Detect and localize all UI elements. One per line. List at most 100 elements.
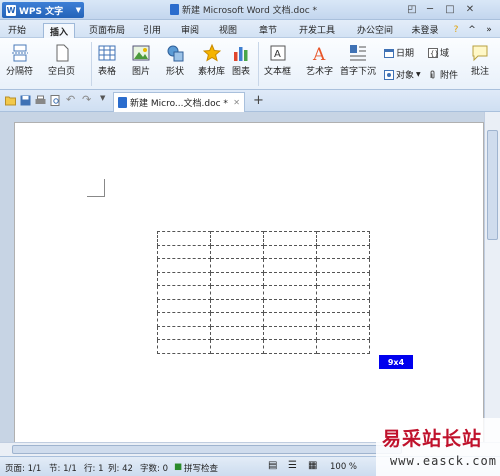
outline-view-icon[interactable]: ☰ — [288, 460, 297, 471]
comment-button[interactable]: 批注 — [471, 44, 489, 77]
status-wordcount[interactable]: 字数: 0 — [140, 462, 168, 474]
document-tab[interactable]: 新建 Micro...文档.doc * ✕ — [113, 92, 245, 112]
table-cell[interactable] — [316, 312, 370, 327]
maximize-button[interactable]: □ — [442, 2, 458, 17]
table-cell[interactable] — [157, 312, 211, 327]
page-view-icon[interactable]: ▤ — [268, 460, 277, 471]
wordart-button[interactable]: A 艺术字 — [306, 44, 333, 77]
table-cell[interactable] — [157, 231, 211, 246]
help-icon[interactable]: ? — [450, 22, 462, 37]
table-cell[interactable] — [316, 244, 370, 259]
login-status[interactable]: 未登录 — [410, 22, 440, 37]
chevron-down-icon[interactable]: ▼ — [100, 94, 111, 105]
table-row[interactable] — [157, 244, 370, 259]
table-cell[interactable] — [210, 325, 264, 340]
table-cell[interactable] — [263, 271, 317, 286]
vertical-scroll-thumb[interactable] — [487, 130, 498, 240]
material-library-button[interactable]: 素材库 — [198, 44, 225, 77]
table-row[interactable] — [157, 231, 370, 246]
table-cell[interactable] — [316, 285, 370, 300]
field-button[interactable]: {} 域 — [428, 46, 449, 59]
table-cell[interactable] — [316, 298, 370, 313]
table-cell[interactable] — [263, 298, 317, 313]
table-cell[interactable] — [210, 312, 264, 327]
vertical-scrollbar[interactable] — [484, 112, 500, 442]
table-cell[interactable] — [157, 271, 211, 286]
page-break-button[interactable]: 分隔符 — [6, 44, 33, 77]
table-row[interactable] — [157, 258, 370, 273]
table-cell[interactable] — [263, 339, 317, 354]
table-cell[interactable] — [210, 244, 264, 259]
chart-button[interactable]: 图表 — [232, 44, 250, 77]
open-folder-icon[interactable] — [5, 95, 16, 106]
table-cell[interactable] — [316, 258, 370, 273]
inserted-table[interactable] — [157, 231, 370, 354]
close-button[interactable]: ✕ — [462, 2, 478, 17]
table-cell[interactable] — [263, 312, 317, 327]
web-view-icon[interactable]: ▦ — [308, 460, 317, 471]
attachment-button[interactable]: 附件 — [428, 68, 458, 81]
menu-bar: 开始 插入 页面布局 引用 审阅 视图 章节 开发工具 办公空间 未登录 ? ^… — [0, 20, 500, 39]
table-cell[interactable] — [263, 244, 317, 259]
table-cell[interactable] — [157, 244, 211, 259]
table-button[interactable]: 表格 — [98, 44, 116, 77]
table-cell[interactable] — [210, 285, 264, 300]
date-button[interactable]: 日期 — [384, 46, 414, 59]
print-preview-icon[interactable] — [50, 95, 61, 106]
zoom-level[interactable]: 100 % — [330, 462, 357, 472]
tab-review[interactable]: 审阅 — [176, 22, 204, 37]
tab-references[interactable]: 引用 — [138, 22, 166, 37]
table-cell[interactable] — [263, 285, 317, 300]
tab-chapter[interactable]: 章节 — [254, 22, 282, 37]
skin-icon[interactable]: ◰ — [404, 2, 420, 17]
tab-insert[interactable]: 插入 — [43, 23, 75, 39]
table-cell[interactable] — [210, 339, 264, 354]
table-cell[interactable] — [316, 231, 370, 246]
table-cell[interactable] — [316, 325, 370, 340]
table-cell[interactable] — [210, 258, 264, 273]
table-cell[interactable] — [316, 339, 370, 354]
table-cell[interactable] — [263, 231, 317, 246]
more-icon[interactable]: » — [482, 22, 496, 37]
tab-start[interactable]: 开始 — [4, 22, 30, 37]
table-cell[interactable] — [157, 298, 211, 313]
table-cell[interactable] — [210, 271, 264, 286]
status-spellcheck[interactable]: 拼写检查 — [184, 462, 218, 474]
dropcap-button[interactable]: 首字下沉 — [340, 44, 376, 77]
new-tab-button[interactable]: + — [253, 93, 264, 108]
shape-button[interactable]: 形状 — [166, 44, 184, 77]
tab-view[interactable]: 视图 — [214, 22, 242, 37]
save-icon[interactable] — [20, 95, 31, 106]
table-row[interactable] — [157, 285, 370, 300]
redo-icon[interactable]: ↷ — [82, 93, 93, 106]
app-menu-button[interactable]: W WPS 文字 ▼ — [2, 2, 84, 18]
table-cell[interactable] — [210, 298, 264, 313]
ribbon-collapse-icon[interactable]: ^ — [466, 22, 478, 37]
close-tab-icon[interactable]: ✕ — [233, 98, 240, 107]
table-row[interactable] — [157, 339, 370, 354]
table-row[interactable] — [157, 312, 370, 327]
minimize-button[interactable]: ─ — [422, 2, 438, 17]
table-row[interactable] — [157, 271, 370, 286]
table-row[interactable] — [157, 325, 370, 340]
object-button[interactable]: 对象 ▼ — [384, 68, 421, 81]
table-cell[interactable] — [316, 271, 370, 286]
table-row[interactable] — [157, 298, 370, 313]
tab-office-space[interactable]: 办公空间 — [352, 22, 398, 37]
table-cell[interactable] — [210, 231, 264, 246]
table-cell[interactable] — [263, 258, 317, 273]
tab-developer[interactable]: 开发工具 — [294, 22, 340, 37]
table-cell[interactable] — [157, 285, 211, 300]
tab-page-layout[interactable]: 页面布局 — [86, 22, 128, 37]
horizontal-scroll-thumb[interactable] — [12, 445, 402, 454]
blank-page-button[interactable]: 空白页 — [48, 44, 75, 77]
table-cell[interactable] — [157, 339, 211, 354]
undo-icon[interactable]: ↶ — [66, 93, 77, 106]
table-cell[interactable] — [157, 258, 211, 273]
table-cell[interactable] — [157, 325, 211, 340]
document-page[interactable] — [14, 122, 484, 442]
table-cell[interactable] — [263, 325, 317, 340]
textbox-button[interactable]: A 文本框 — [264, 44, 291, 77]
picture-button[interactable]: 图片 — [132, 44, 150, 77]
print-icon[interactable] — [35, 95, 46, 106]
